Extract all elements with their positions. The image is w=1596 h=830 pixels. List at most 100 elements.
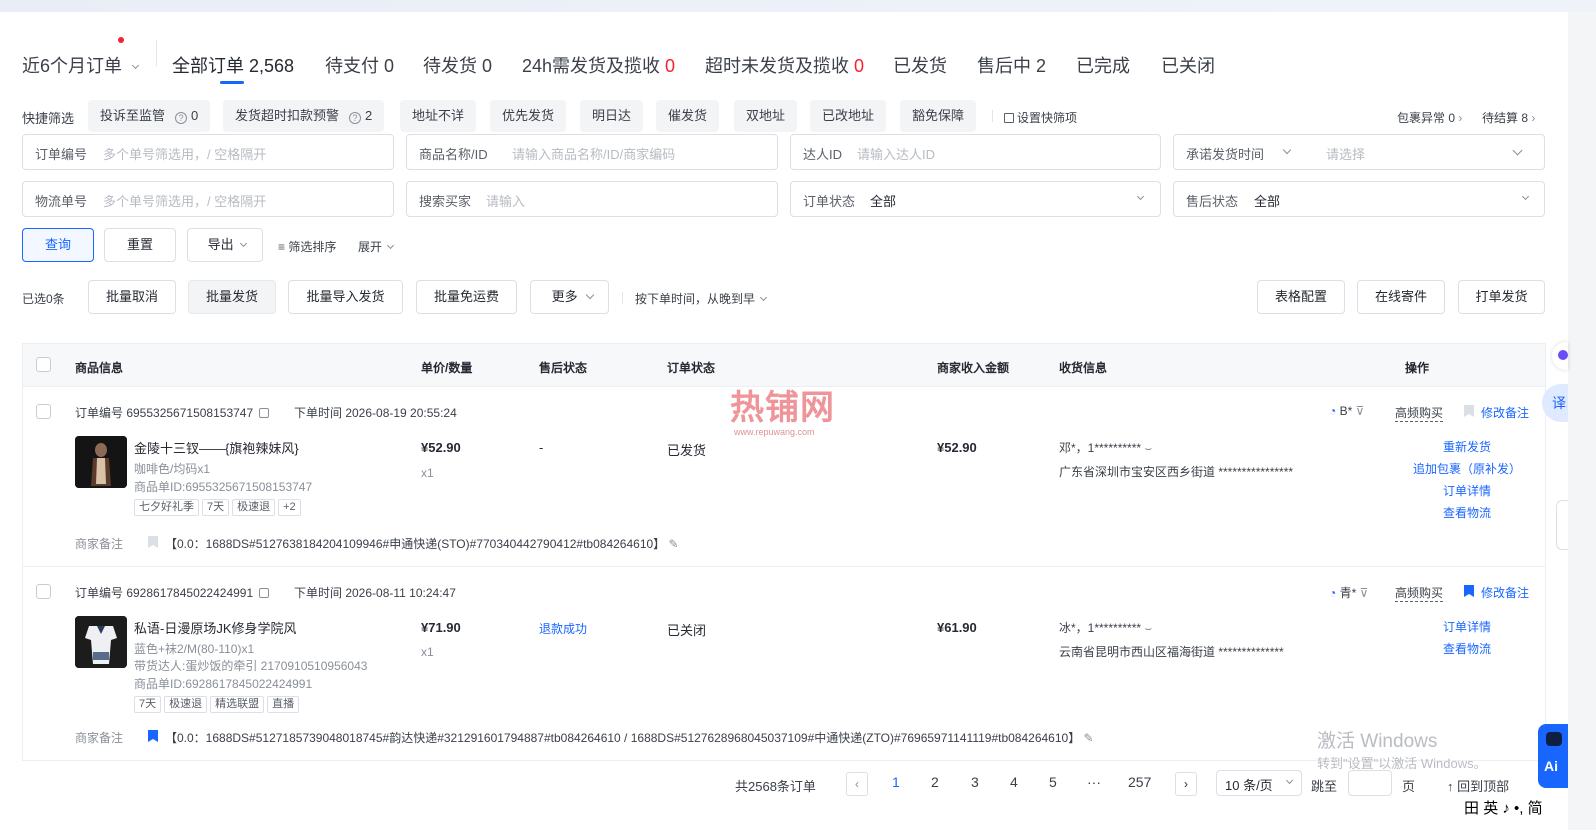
tab-pending-payment[interactable]: 待支付 0 [325,52,394,78]
arrow-up-icon: ↑ [1447,779,1454,794]
batch-cancel-button[interactable]: 批量取消 [88,280,176,314]
eye-off-icon[interactable]: ⌣ [1144,441,1152,455]
tab-after-sale[interactable]: 售后中 2 [977,52,1046,78]
order-status: 已发货 [667,443,707,458]
chip-priority-ship[interactable]: 优先发货 [490,100,567,132]
buyer-tag: ◔ B* ⊽ [1329,404,1365,418]
export-button[interactable]: 导出 [187,228,263,262]
chip-urge-ship[interactable]: 催发货 [656,100,720,132]
product-field[interactable]: 商品名称/ID 请输入商品名称/ID/商家编码 [406,134,778,170]
print-ship-button[interactable]: 打单发货 [1458,280,1545,314]
prev-page-button[interactable]: ‹ [846,772,868,796]
assistant-icon [1558,350,1568,360]
tab-24h-ship[interactable]: 24h需发货及揽收 0 [522,52,675,78]
pencil-icon[interactable]: ✎ [1084,731,1094,745]
order-number-field[interactable]: 订单编号 多个单号筛选用，/ 空格隔开 [22,134,394,170]
pending-settle-link[interactable]: 待结算 8 › [1482,109,1535,126]
after-sale-status[interactable]: 退款成功 [539,620,587,637]
copy-icon[interactable] [259,408,270,418]
order-detail-link[interactable]: 订单详情 [1443,618,1491,635]
tab-shipped[interactable]: 已发货 [893,52,947,78]
reship-link[interactable]: 重新发货 [1443,438,1491,455]
tab-overdue-ship[interactable]: 超时未发货及揽收 0 [705,52,864,78]
side-feedback-tab[interactable] [1556,500,1568,550]
page-ellipsis[interactable]: ··· [1087,774,1101,790]
chip-next-day[interactable]: 明日达 [580,100,644,132]
talent-id-field[interactable]: 达人ID 请输入达人ID [790,134,1161,170]
batch-ship-button[interactable]: 批量发货 [188,280,276,314]
package-abnormal-link[interactable]: 包裹异常 0 › [1397,109,1462,126]
online-send-button[interactable]: 在线寄件 [1357,280,1445,314]
more-button[interactable]: 更多 [530,280,609,314]
page-3[interactable]: 3 [971,774,979,790]
chip-unclear-address[interactable]: 地址不详 [400,100,477,132]
ime-indicator[interactable]: 田 英 ♪ •, 简 [1464,797,1543,818]
order-time: 下单时间 2026-08-19 20:55:24 [294,406,457,420]
page-2[interactable]: 2 [931,774,939,790]
table-config-button[interactable]: 表格配置 [1257,280,1345,314]
edit-remark-link[interactable]: 修改备注 [1481,404,1529,421]
chip-dual-address[interactable]: 双地址 [734,100,798,132]
page-size-select[interactable]: 10 条/页 [1216,770,1302,796]
order-checkbox[interactable] [36,584,51,599]
product-title[interactable]: 金陵十三钗——{旗袍辣妹风} [134,438,299,457]
period-selector[interactable]: 近6个月订单 [22,52,140,78]
expand-toggle[interactable]: 展开 [358,238,395,255]
product-tag: 七夕好礼季 [134,499,199,516]
promise-ship-time-select[interactable]: 承诺发货时间 请选择 [1173,134,1545,170]
chevron-down-icon [586,290,595,300]
after-sale-status-select[interactable]: 售后状态 全部 [1173,181,1545,217]
note-label: 商家备注 [75,731,124,745]
next-page-button[interactable]: › [1175,772,1197,796]
page-last[interactable]: 257 [1128,774,1151,790]
filter-sort-button[interactable]: ≡ 筛选排序 [278,238,336,255]
chip-changed-address[interactable]: 已改地址 [810,100,887,132]
reset-button[interactable]: 重置 [104,228,176,262]
order-status-select[interactable]: 订单状态 全部 [790,181,1161,217]
buyer-search-field[interactable]: 搜索买家 请输入 [406,181,778,217]
tab-completed[interactable]: 已完成 [1076,52,1130,78]
jump-label: 跳至 [1311,779,1338,794]
order-status: 已关闭 [667,623,707,638]
frequent-buy-label: 高频购买 [1395,406,1444,422]
logistics-number-field[interactable]: 物流单号 多个单号筛选用，/ 空格隔开 [22,181,394,217]
eye-off-icon[interactable]: ⌣ [1144,621,1152,635]
product-tags: 7天 极速退 精选联盟 直播 [134,695,302,713]
edit-remark-link[interactable]: 修改备注 [1481,584,1529,601]
batch-free-freight-button[interactable]: 批量免运费 [416,280,517,314]
query-button[interactable]: 查询 [22,228,94,262]
chip-overdue-warning[interactable]: 发货超时扣款预警? 2 [223,100,385,132]
product-title[interactable]: 私语-日漫原场JK修身学院风 [134,618,297,637]
settings-quick-filter[interactable]: 设置快筛项 [1004,109,1077,126]
view-logistics-link[interactable]: 查看物流 [1443,504,1491,521]
after-sale-status: - [539,440,544,455]
order-checkbox[interactable] [36,404,51,419]
add-package-link[interactable]: 追加包裹（原补发） [1413,460,1521,477]
filter-icon[interactable]: ⊽ [1360,586,1369,600]
page-1[interactable]: 1 [892,774,900,790]
tab-pending-shipment[interactable]: 待发货 0 [423,52,492,78]
copy-icon[interactable] [259,588,270,598]
tab-all-orders[interactable]: 全部订单 2,568 [172,52,294,78]
help-icon: ? [175,112,188,124]
select-all-checkbox[interactable] [36,357,51,372]
order-detail-link[interactable]: 订单详情 [1443,482,1491,499]
bookmark-icon [1464,585,1474,597]
chip-exempt[interactable]: 豁免保障 [900,100,977,132]
view-logistics-link[interactable]: 查看物流 [1443,640,1491,657]
product-tags: 七夕好礼季 7天 极速退 +2 [134,498,304,516]
chevron-down-icon [1282,145,1292,155]
jump-page-input[interactable] [1348,770,1392,796]
batch-import-ship-button[interactable]: 批量导入发货 [288,280,403,314]
product-spec: 咖啡色/均码x1 [134,462,211,476]
page-4[interactable]: 4 [1010,774,1018,790]
ai-assistant-button[interactable]: Ai [1538,724,1568,788]
tab-closed[interactable]: 已关闭 [1161,52,1215,78]
unit-price: ¥52.90 [421,440,461,455]
chip-complaint[interactable]: 投诉至监管? 0 [88,100,211,132]
order-by-select[interactable]: 按下单时间，从晚到早 [635,290,768,307]
filter-icon[interactable]: ⊽ [1356,404,1365,418]
page-5[interactable]: 5 [1049,774,1057,790]
back-to-top-button[interactable]: ↑ 回到顶部 [1447,776,1509,795]
pencil-icon[interactable]: ✎ [669,537,679,551]
